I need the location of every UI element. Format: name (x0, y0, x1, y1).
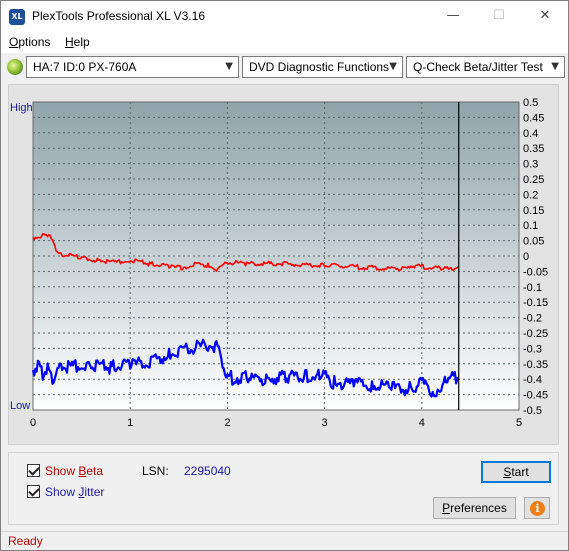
show-beta-label[interactable]: Show Beta (45, 464, 103, 478)
status-bar: Ready (1, 531, 568, 550)
minimize-button[interactable]: — (430, 1, 476, 32)
show-beta-checkbox[interactable] (27, 464, 40, 477)
status-text: Ready (8, 534, 43, 548)
info-button[interactable]: i (524, 497, 550, 519)
menu-help-rest: elp (73, 35, 90, 49)
x-tick-label: 0 (30, 417, 36, 429)
toolbar: HA:7 ID:0 PX-760A ▼ DVD Diagnostic Funct… (1, 53, 568, 81)
y-tick-label: -0.4 (523, 374, 542, 386)
function-select-value: DVD Diagnostic Functions (249, 60, 390, 74)
function-select[interactable]: DVD Diagnostic Functions ▼ (242, 56, 403, 78)
app-window: XL PlexTools Professional XL V3.16 — ☐ ✕… (0, 0, 569, 551)
menu-help[interactable]: Help (65, 35, 90, 49)
x-tick-label: 4 (419, 417, 425, 429)
y-tick-label: 0.5 (523, 97, 538, 109)
show-jitter-prefix: Show (45, 485, 79, 499)
menu-help-accel: H (65, 35, 74, 49)
y-tick-label: -0.25 (523, 328, 548, 340)
info-icon: i (530, 501, 545, 516)
low-label: Low (10, 400, 30, 412)
preferences-button[interactable]: Preferences (433, 497, 516, 519)
beta-jitter-chart: 0.5 0.45 0.4 0.35 0.3 0.25 0.2 0.15 0.1 0.05 0 -0.0… (10, 97, 548, 429)
maximize-button[interactable]: ☐ (476, 1, 522, 32)
y-tick-label: -0.5 (523, 405, 542, 417)
start-button[interactable]: Start (481, 461, 551, 483)
preferences-accel: P (442, 501, 451, 515)
drive-select-value: HA:7 ID:0 PX-760A (33, 60, 137, 74)
y-tick-label: 0.1 (523, 220, 538, 232)
y-tick-label: 0.4 (523, 128, 538, 140)
menu-options[interactable]: Options (9, 35, 50, 49)
lsn-value: 2295040 (184, 464, 231, 478)
drive-icon (7, 59, 23, 75)
y-tick-label: -0.3 (523, 343, 542, 355)
x-tick-label: 2 (224, 417, 230, 429)
show-jitter-label[interactable]: Show Jitter (45, 485, 104, 499)
y-tick-label: -0.05 (523, 266, 548, 278)
test-select-value: Q-Check Beta/Jitter Test (413, 60, 543, 74)
show-jitter-checkbox[interactable] (27, 485, 40, 498)
y-tick-label: -0.2 (523, 313, 542, 325)
menu-options-rest: ptions (18, 35, 51, 49)
show-jitter-suffix: itter (84, 485, 105, 499)
menu-options-accel: O (9, 35, 19, 49)
chevron-down-icon: ▼ (389, 61, 397, 72)
x-tick-label: 1 (127, 417, 133, 429)
title-bar[interactable]: XL PlexTools Professional XL V3.16 — ☐ ✕ (1, 1, 568, 32)
start-suffix: tart (511, 465, 529, 479)
options-panel: Show Beta Show Jitter LSN: 2295040 Start… (8, 452, 559, 525)
chevron-down-icon: ▼ (225, 61, 233, 72)
drive-select[interactable]: HA:7 ID:0 PX-760A ▼ (26, 56, 239, 78)
y-tick-label: 0.45 (523, 112, 544, 124)
plextools-logo-icon: XL (9, 9, 25, 25)
chevron-down-icon: ▼ (551, 61, 559, 72)
window-title: PlexTools Professional XL V3.16 (32, 9, 205, 23)
y-tick-label: -0.35 (523, 359, 548, 371)
y-tick-label: 0.05 (523, 236, 544, 248)
show-beta-prefix: Show (45, 464, 79, 478)
lsn-label: LSN: (142, 464, 169, 478)
y-tick-label: -0.15 (523, 297, 548, 309)
x-tick-label: 5 (516, 417, 522, 429)
plot-area (32, 101, 520, 411)
y-tick-label: -0.45 (523, 390, 548, 402)
y-tick-label: -0.1 (523, 282, 542, 294)
x-tick-label: 3 (322, 417, 328, 429)
show-beta-suffix: eta (86, 464, 104, 478)
y-tick-label: 0 (523, 251, 529, 263)
preferences-suffix: references (450, 501, 507, 515)
test-select[interactable]: Q-Check Beta/Jitter Test ▼ (406, 56, 565, 78)
high-label: High (10, 102, 33, 114)
y-tick-label: 0.2 (523, 189, 538, 201)
close-button[interactable]: ✕ (522, 1, 568, 32)
y-tick-label: 0.3 (523, 159, 538, 171)
y-tick-label: 0.25 (523, 174, 544, 186)
y-tick-label: 0.15 (523, 205, 544, 217)
y-tick-label: 0.35 (523, 143, 544, 155)
chart-panel: 0.5 0.45 0.4 0.35 0.3 0.25 0.2 0.15 0.1 0.05 0 -0.0… (8, 84, 559, 445)
menu-bar: Options Help (1, 32, 568, 53)
